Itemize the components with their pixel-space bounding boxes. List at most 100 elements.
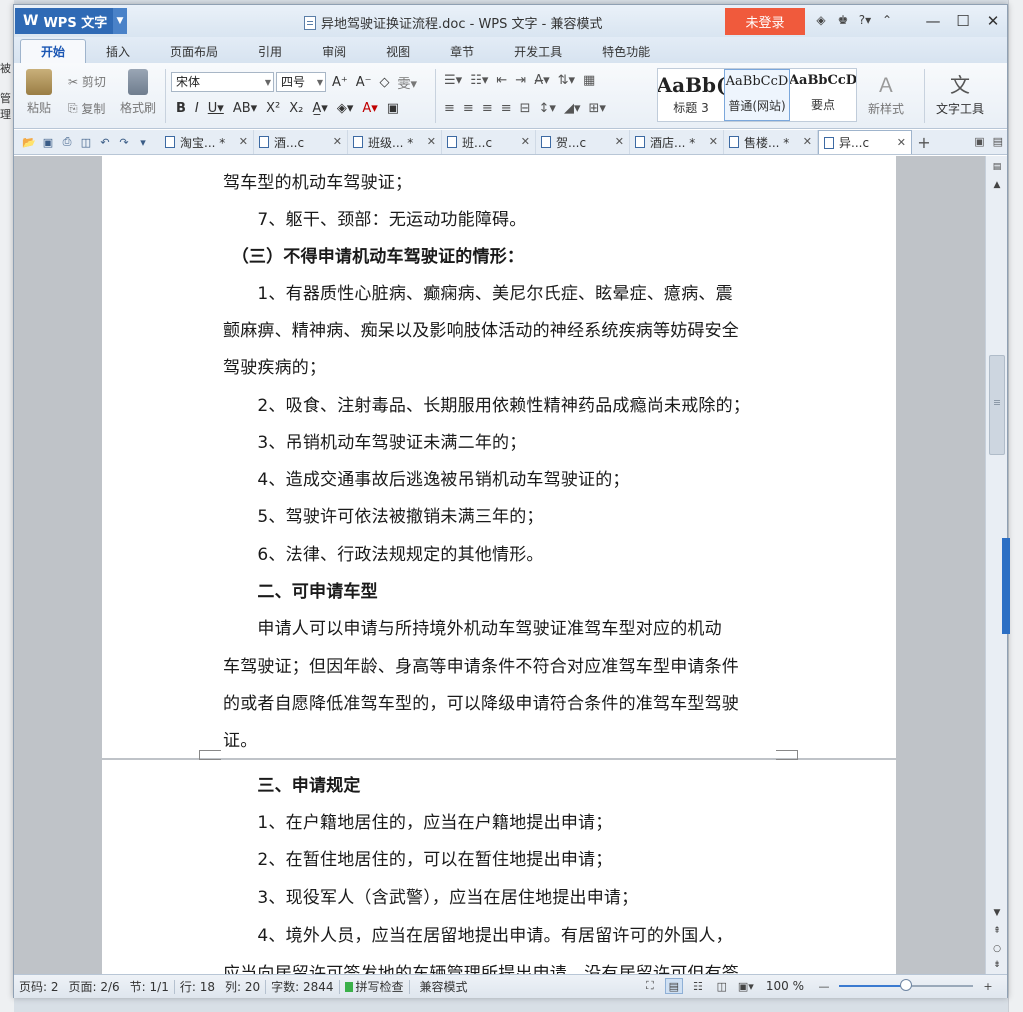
- line-spacing-icon[interactable]: ↕▾: [539, 101, 556, 116]
- print-preview-icon[interactable]: ◫: [79, 135, 93, 149]
- close-icon[interactable]: ✕: [615, 135, 624, 148]
- char-shading-icon[interactable]: ▣: [387, 101, 399, 116]
- style-heading3[interactable]: AaBb( 标题 3: [658, 69, 724, 121]
- save-icon[interactable]: ▣: [41, 135, 55, 149]
- tab-review[interactable]: 审阅: [302, 39, 366, 63]
- close-icon[interactable]: ✕: [709, 135, 718, 148]
- bullet-list-icon[interactable]: ☰▾: [444, 73, 462, 88]
- zoom-slider[interactable]: [839, 978, 973, 994]
- bold-icon[interactable]: B: [176, 101, 186, 116]
- side-panel-toggle[interactable]: [1002, 538, 1010, 634]
- text-effect-icon[interactable]: ◈▾: [337, 101, 354, 116]
- format-painter-button[interactable]: 格式刷: [120, 69, 156, 116]
- borders-icon[interactable]: ⊞▾: [588, 101, 605, 116]
- italic-icon[interactable]: I: [195, 101, 199, 116]
- text-tools-button[interactable]: 文 文字工具: [936, 69, 984, 117]
- doc-tab[interactable]: 酒...c ✕: [254, 130, 348, 154]
- open-folder-icon[interactable]: 📂: [22, 135, 36, 149]
- shading-icon[interactable]: ◢▾: [564, 101, 581, 116]
- subscript-icon[interactable]: X₂: [289, 101, 303, 116]
- wps-menu-button[interactable]: W WPS 文字 ▼: [15, 8, 127, 34]
- zoom-out-icon[interactable]: —: [815, 978, 833, 994]
- browse-object-icon[interactable]: ○: [989, 942, 1005, 956]
- justify-icon[interactable]: ≡: [501, 101, 512, 116]
- doc-tab[interactable]: 售楼... * ✕: [724, 130, 818, 154]
- web-view-icon[interactable]: ◫: [713, 978, 731, 994]
- doc-tab[interactable]: 酒店... * ✕: [630, 130, 724, 154]
- undo-icon[interactable]: ↶: [98, 135, 112, 149]
- spell-check-button[interactable]: 拼写检查: [340, 978, 409, 995]
- reading-view-icon[interactable]: ▣▾: [737, 978, 755, 994]
- tab-special[interactable]: 特色功能: [582, 39, 670, 63]
- style-keypoint[interactable]: AaBbCcD 要点: [790, 69, 856, 121]
- page-view-icon[interactable]: ▤: [664, 978, 683, 994]
- document-page[interactable]: 三、申请规定 1、在户籍地居住的，应当在户籍地提出申请； 2、在暂住地居住的，可…: [102, 760, 896, 974]
- close-icon[interactable]: ✕: [333, 135, 342, 148]
- underline-icon[interactable]: U▾: [208, 101, 224, 116]
- redo-icon[interactable]: ↷: [117, 135, 131, 149]
- doc-tab[interactable]: 贺...c ✕: [536, 130, 630, 154]
- status-pages[interactable]: 页面: 2/6: [64, 978, 125, 995]
- close-icon[interactable]: ✕: [897, 136, 906, 149]
- decrease-indent-icon[interactable]: ⇤: [496, 73, 507, 88]
- scroll-down-icon[interactable]: ▼: [989, 906, 1005, 920]
- print-icon[interactable]: ⎙: [60, 135, 74, 149]
- phonetic-icon[interactable]: 雯▾: [398, 73, 418, 92]
- doc-tab[interactable]: 淘宝... * ✕: [160, 130, 254, 154]
- sort-icon[interactable]: ⇅▾: [558, 73, 575, 88]
- login-button[interactable]: 未登录: [725, 8, 805, 35]
- close-icon[interactable]: ✕: [427, 135, 436, 148]
- font-name-select[interactable]: 宋体 ▼: [171, 72, 274, 92]
- cut-button[interactable]: ✂ 剪切: [68, 73, 106, 90]
- tab-insert[interactable]: 插入: [86, 39, 150, 63]
- doc-tab-active[interactable]: 异...c ✕: [818, 130, 912, 154]
- zoom-level[interactable]: 100 %: [761, 979, 809, 993]
- highlight-icon[interactable]: A̲▾: [312, 101, 327, 116]
- doc-tab[interactable]: 班...c ✕: [442, 130, 536, 154]
- copy-button[interactable]: ⎘ 复制: [68, 100, 105, 117]
- close-icon[interactable]: ✕: [239, 135, 248, 148]
- chevron-down-icon[interactable]: ▾: [136, 135, 150, 149]
- help-icon[interactable]: ?▾: [856, 11, 874, 29]
- skin-icon[interactable]: ◈: [812, 11, 830, 29]
- font-size-select[interactable]: 四号 ▼: [276, 72, 326, 92]
- chinese-layout-icon[interactable]: A̶▾: [534, 73, 549, 88]
- paste-button[interactable]: 粘贴: [26, 69, 52, 116]
- shrink-font-icon[interactable]: A⁻: [356, 75, 372, 90]
- fullscreen-view-icon[interactable]: ⛶: [641, 978, 659, 994]
- font-color-icon[interactable]: A▾: [362, 101, 377, 116]
- tab-references[interactable]: 引用: [238, 39, 302, 63]
- scrollbar-thumb[interactable]: [989, 355, 1005, 455]
- tab-options-icon[interactable]: ▤: [993, 135, 1003, 148]
- table-icon[interactable]: ▦: [583, 73, 595, 88]
- strikethrough-icon[interactable]: AB▾: [233, 101, 257, 116]
- status-words[interactable]: 字数: 2844: [266, 978, 338, 995]
- collapse-ribbon-icon[interactable]: ⌃: [878, 11, 896, 29]
- tab-developer[interactable]: 开发工具: [494, 39, 582, 63]
- style-normal-web[interactable]: AaBbCcD 普通(网站): [724, 69, 790, 121]
- align-center-icon[interactable]: ≡: [463, 101, 474, 116]
- chevron-down-icon[interactable]: ▼: [113, 8, 127, 34]
- doc-tab[interactable]: 班级... * ✕: [348, 130, 442, 154]
- close-icon[interactable]: ✕: [803, 135, 812, 148]
- new-tab-button[interactable]: +: [912, 133, 936, 152]
- outline-view-icon[interactable]: ☷: [689, 978, 707, 994]
- shirt-icon[interactable]: ♚: [834, 11, 852, 29]
- document-page[interactable]: 驾车型的机动车驾驶证； 7、躯干、颈部：无运动功能障碍。 （三）不得申请机动车驾…: [102, 156, 896, 760]
- status-row[interactable]: 行: 18: [175, 978, 220, 995]
- split-view-icon[interactable]: ▤: [989, 160, 1005, 174]
- next-page-icon[interactable]: ⇟: [989, 958, 1005, 972]
- status-col[interactable]: 列: 20: [220, 978, 265, 995]
- close-icon[interactable]: ✕: [979, 10, 1007, 32]
- distribute-icon[interactable]: ⊟: [520, 101, 531, 116]
- status-section[interactable]: 节: 1/1: [125, 978, 174, 995]
- prev-page-icon[interactable]: ⇞: [989, 924, 1005, 938]
- tab-view[interactable]: 视图: [366, 39, 430, 63]
- tab-chapter[interactable]: 章节: [430, 39, 494, 63]
- numbered-list-icon[interactable]: ☷▾: [470, 73, 488, 88]
- scroll-up-icon[interactable]: ▲: [989, 178, 1005, 192]
- zoom-in-icon[interactable]: +: [979, 978, 997, 994]
- increase-indent-icon[interactable]: ⇥: [515, 73, 526, 88]
- new-style-button[interactable]: Ａ 新样式: [868, 69, 904, 117]
- align-left-icon[interactable]: ≡: [444, 101, 455, 116]
